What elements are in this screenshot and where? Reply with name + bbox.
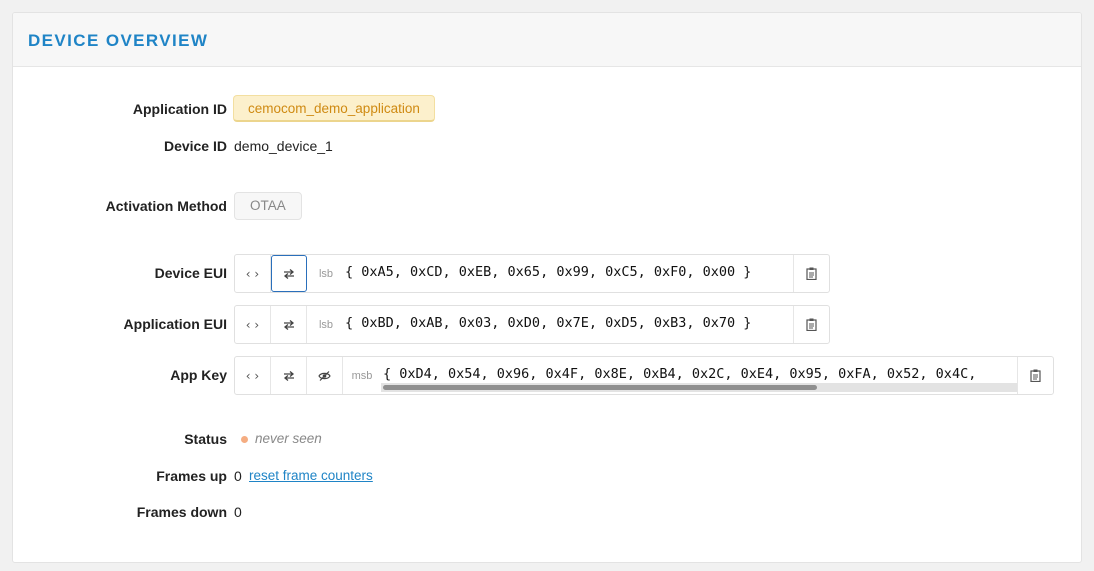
- swap-arrows-icon: [283, 319, 294, 330]
- swap-byte-order-button[interactable]: [271, 357, 307, 394]
- application-eui-field: ‹ › lsb { 0xBD, 0xAB, 0x03, 0xD0, 0x7E, …: [234, 305, 830, 344]
- clipboard-icon: [806, 318, 817, 331]
- status-value: never seen: [255, 431, 322, 446]
- swap-arrows-icon: [283, 370, 294, 381]
- app-key-label: App Key: [170, 367, 227, 383]
- code-brackets-icon: ‹ ›: [245, 368, 260, 383]
- card-title: DEVICE OVERVIEW: [28, 31, 209, 50]
- application-eui-value: { 0xBD, 0xAB, 0x03, 0xD0, 0x7E, 0xD5, 0x…: [345, 315, 752, 331]
- device-eui-field: ‹ › lsb { 0xA5, 0xCD, 0xEB, 0x65, 0x99, …: [234, 254, 830, 293]
- device-overview-card: DEVICE OVERVIEW Application ID cemocom_d…: [12, 12, 1082, 563]
- frames-down-label: Frames down: [136, 504, 227, 520]
- swap-arrows-icon: [283, 268, 295, 279]
- copy-button[interactable]: [793, 306, 829, 343]
- card-header: DEVICE OVERVIEW: [13, 13, 1081, 67]
- swap-byte-order-button[interactable]: [271, 306, 307, 343]
- frames-up-label: Frames up: [156, 468, 227, 484]
- byte-order-label: lsb: [318, 267, 334, 280]
- status-label: Status: [184, 431, 227, 447]
- clipboard-icon: [806, 267, 817, 280]
- activation-method-label: Activation Method: [105, 198, 227, 214]
- copy-button[interactable]: [1017, 357, 1053, 394]
- swap-byte-order-button[interactable]: [271, 255, 307, 292]
- code-brackets-icon: ‹ ›: [245, 266, 260, 281]
- horizontal-scrollbar[interactable]: [381, 383, 1017, 392]
- device-eui-value: { 0xA5, 0xCD, 0xEB, 0x65, 0x99, 0xC5, 0x…: [345, 264, 752, 280]
- device-eui-label: Device EUI: [154, 265, 227, 281]
- toggle-format-button[interactable]: ‹ ›: [235, 357, 271, 394]
- clipboard-icon: [1030, 369, 1041, 382]
- frames-up-value: 0: [234, 468, 242, 484]
- device-id-value: demo_device_1: [234, 138, 333, 154]
- toggle-format-button[interactable]: ‹ ›: [235, 255, 271, 292]
- frames-down-value: 0: [234, 504, 242, 520]
- application-eui-label: Application EUI: [123, 316, 227, 332]
- toggle-format-button[interactable]: ‹ ›: [235, 306, 271, 343]
- app-key-value: { 0xD4, 0x54, 0x96, 0x4F, 0x8E, 0xB4, 0x…: [381, 357, 1017, 394]
- eye-slash-icon: [318, 370, 331, 381]
- copy-button[interactable]: [793, 255, 829, 292]
- byte-order-label: msb: [351, 369, 373, 382]
- code-brackets-icon: ‹ ›: [245, 317, 260, 332]
- activation-method-tag: OTAA: [234, 192, 302, 220]
- reset-frame-counters-link[interactable]: reset frame counters: [249, 468, 373, 483]
- application-id-tag[interactable]: cemocom_demo_application: [233, 95, 435, 122]
- byte-order-label: lsb: [318, 318, 334, 331]
- scrollbar-thumb[interactable]: [383, 385, 817, 390]
- toggle-visibility-button[interactable]: [307, 357, 343, 394]
- app-key-field: ‹ › msb { 0xD4, 0x54, 0x96, 0x4F, 0x8E, …: [234, 356, 1054, 395]
- application-id-label: Application ID: [132, 101, 227, 117]
- status-dot: [241, 436, 248, 443]
- app-key-text: { 0xD4, 0x54, 0x96, 0x4F, 0x8E, 0xB4, 0x…: [383, 366, 977, 382]
- device-id-label: Device ID: [163, 138, 227, 154]
